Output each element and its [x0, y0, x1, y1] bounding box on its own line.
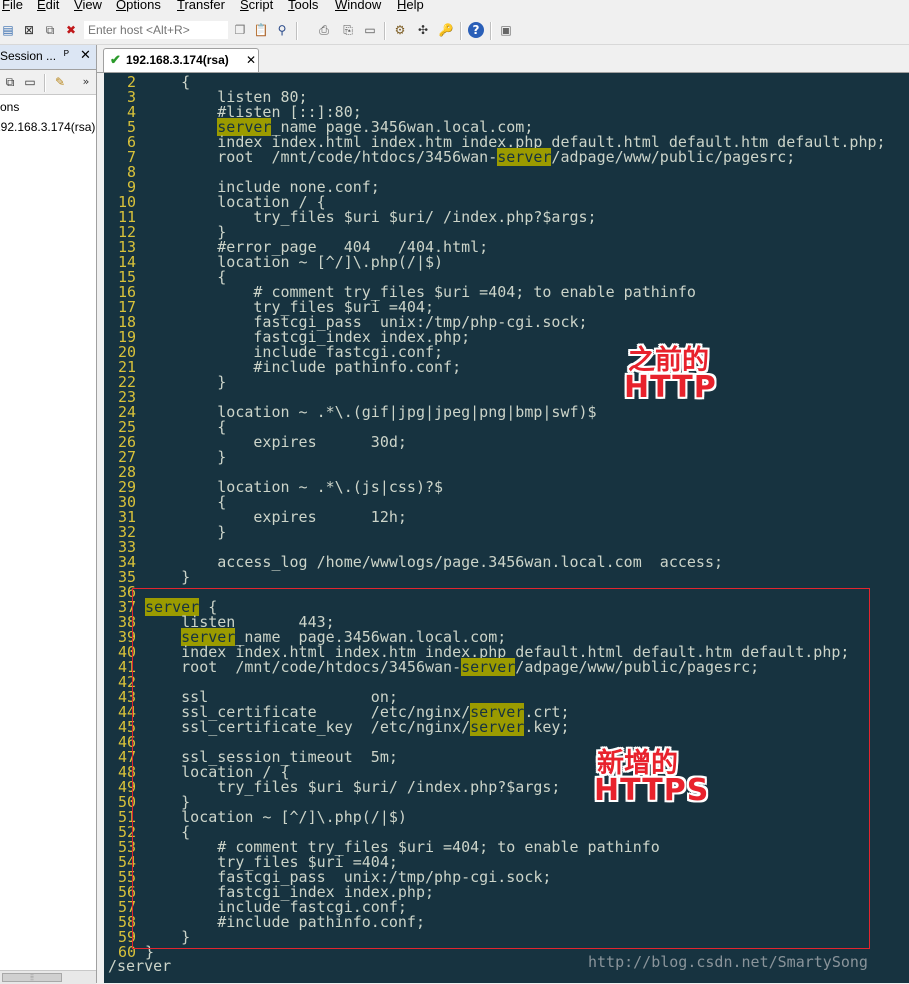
tab-bar: ✔ 192.168.3.174(rsa) ✕ [97, 45, 909, 73]
toolbar-separator [44, 74, 46, 92]
close-icon[interactable]: ✕ [80, 47, 91, 63]
menu-script[interactable]: Script [240, 0, 273, 12]
menu-help[interactable]: Help [397, 0, 424, 12]
line-text: access_log /home/wwwlogs/page.3456wan.lo… [136, 553, 723, 571]
annotation-before-line2: HTTP [624, 370, 717, 405]
tab-close-icon[interactable]: ✕ [246, 53, 256, 67]
keys-icon[interactable]: 🔑 [438, 22, 454, 38]
settings-icon[interactable]: ⚙ [392, 22, 408, 38]
code-line: 7 root /mnt/code/htdocs/3456wan-server/a… [104, 148, 796, 166]
menu-file[interactable]: File [2, 0, 23, 12]
find-icon[interactable]: ⚲ [274, 22, 290, 38]
tab-label: 192.168.3.174(rsa) [126, 53, 229, 67]
session-toolbar: ⧉ ▭ ✎ » [0, 70, 96, 95]
new-session-icon[interactable]: ⧉ [2, 74, 18, 90]
session-manager-title: Session ... [0, 49, 57, 63]
toolbar-separator [460, 22, 462, 40]
line-text: } [136, 523, 227, 541]
tab-session[interactable]: ✔ 192.168.3.174(rsa) ✕ [103, 48, 259, 72]
menu-window[interactable]: Window [335, 0, 381, 12]
paste-icon[interactable]: 📋 [253, 22, 269, 38]
session-folder[interactable]: ons [0, 100, 19, 114]
toolbar-separator [384, 22, 386, 40]
toolbar-separator [296, 22, 298, 40]
code-line: 34 access_log /home/wwwlogs/page.3456wan… [104, 555, 723, 570]
properties-icon[interactable]: ✎ [52, 74, 68, 90]
connect-icon[interactable]: ▤ [0, 22, 16, 38]
more-chevron-icon[interactable]: » [78, 74, 94, 90]
line-text: root /mnt/code/htdocs/3456wan-server/adp… [136, 148, 796, 166]
printer-icon[interactable]: ▭ [362, 22, 378, 38]
unlock-icon[interactable]: ▣ [498, 22, 514, 38]
line-text: } [136, 448, 227, 466]
code-line: 35 } [104, 570, 190, 585]
connect-session-icon[interactable]: ▭ [22, 74, 38, 90]
disconnect-icon[interactable]: ✖ [63, 22, 79, 38]
session-item[interactable]: 192.168.3.174(rsa) [0, 120, 95, 134]
key-map-icon[interactable]: ✣ [415, 22, 431, 38]
menu-bar: File Edit View Options Transfer Script T… [0, 0, 909, 18]
session-manager-panel: Session ... ᴾ ✕ ⧉ ▭ ✎ » ons 192.168.3.17… [0, 45, 97, 984]
help-icon[interactable]: ? [468, 22, 484, 38]
horizontal-scrollbar[interactable]: ⦙⦙ [0, 970, 96, 984]
menu-tools[interactable]: Tools [288, 0, 318, 12]
menu-transfer[interactable]: Transfer [177, 0, 225, 12]
menu-options[interactable]: Options [116, 0, 161, 12]
https-block-box [132, 588, 870, 949]
copy-icon[interactable]: ❐ [232, 22, 248, 38]
print-icon[interactable]: ⎙ [316, 22, 332, 38]
vim-search-line: /server [108, 957, 172, 975]
toolbar-separator [490, 22, 492, 40]
pin-icon[interactable]: ᴾ [64, 48, 69, 62]
session-manager-header: Session ... ᴾ ✕ [0, 45, 96, 70]
scrollbar-thumb[interactable]: ⦙⦙ [2, 973, 62, 982]
toolbar: ▤ ⊠ ⧉ ✖ ❐ 📋 ⚲ ⎙ ⎘ ▭ ⚙ ✣ 🔑 ? ▣ [0, 18, 909, 45]
line-text: } [136, 373, 227, 391]
annotation-after-line2: HTTPS [594, 773, 710, 808]
menu-edit[interactable]: Edit [37, 0, 59, 12]
menu-view[interactable]: View [74, 0, 102, 12]
print-setup-icon[interactable]: ⎘ [340, 22, 356, 38]
search-match: server [497, 148, 552, 166]
reconnect-icon[interactable]: ⧉ [42, 22, 58, 38]
host-input[interactable] [84, 21, 228, 39]
connected-check-icon: ✔ [110, 52, 121, 67]
watermark: http://blog.csdn.net/SmartySong [588, 953, 868, 971]
quick-connect-icon[interactable]: ⊠ [21, 22, 37, 38]
